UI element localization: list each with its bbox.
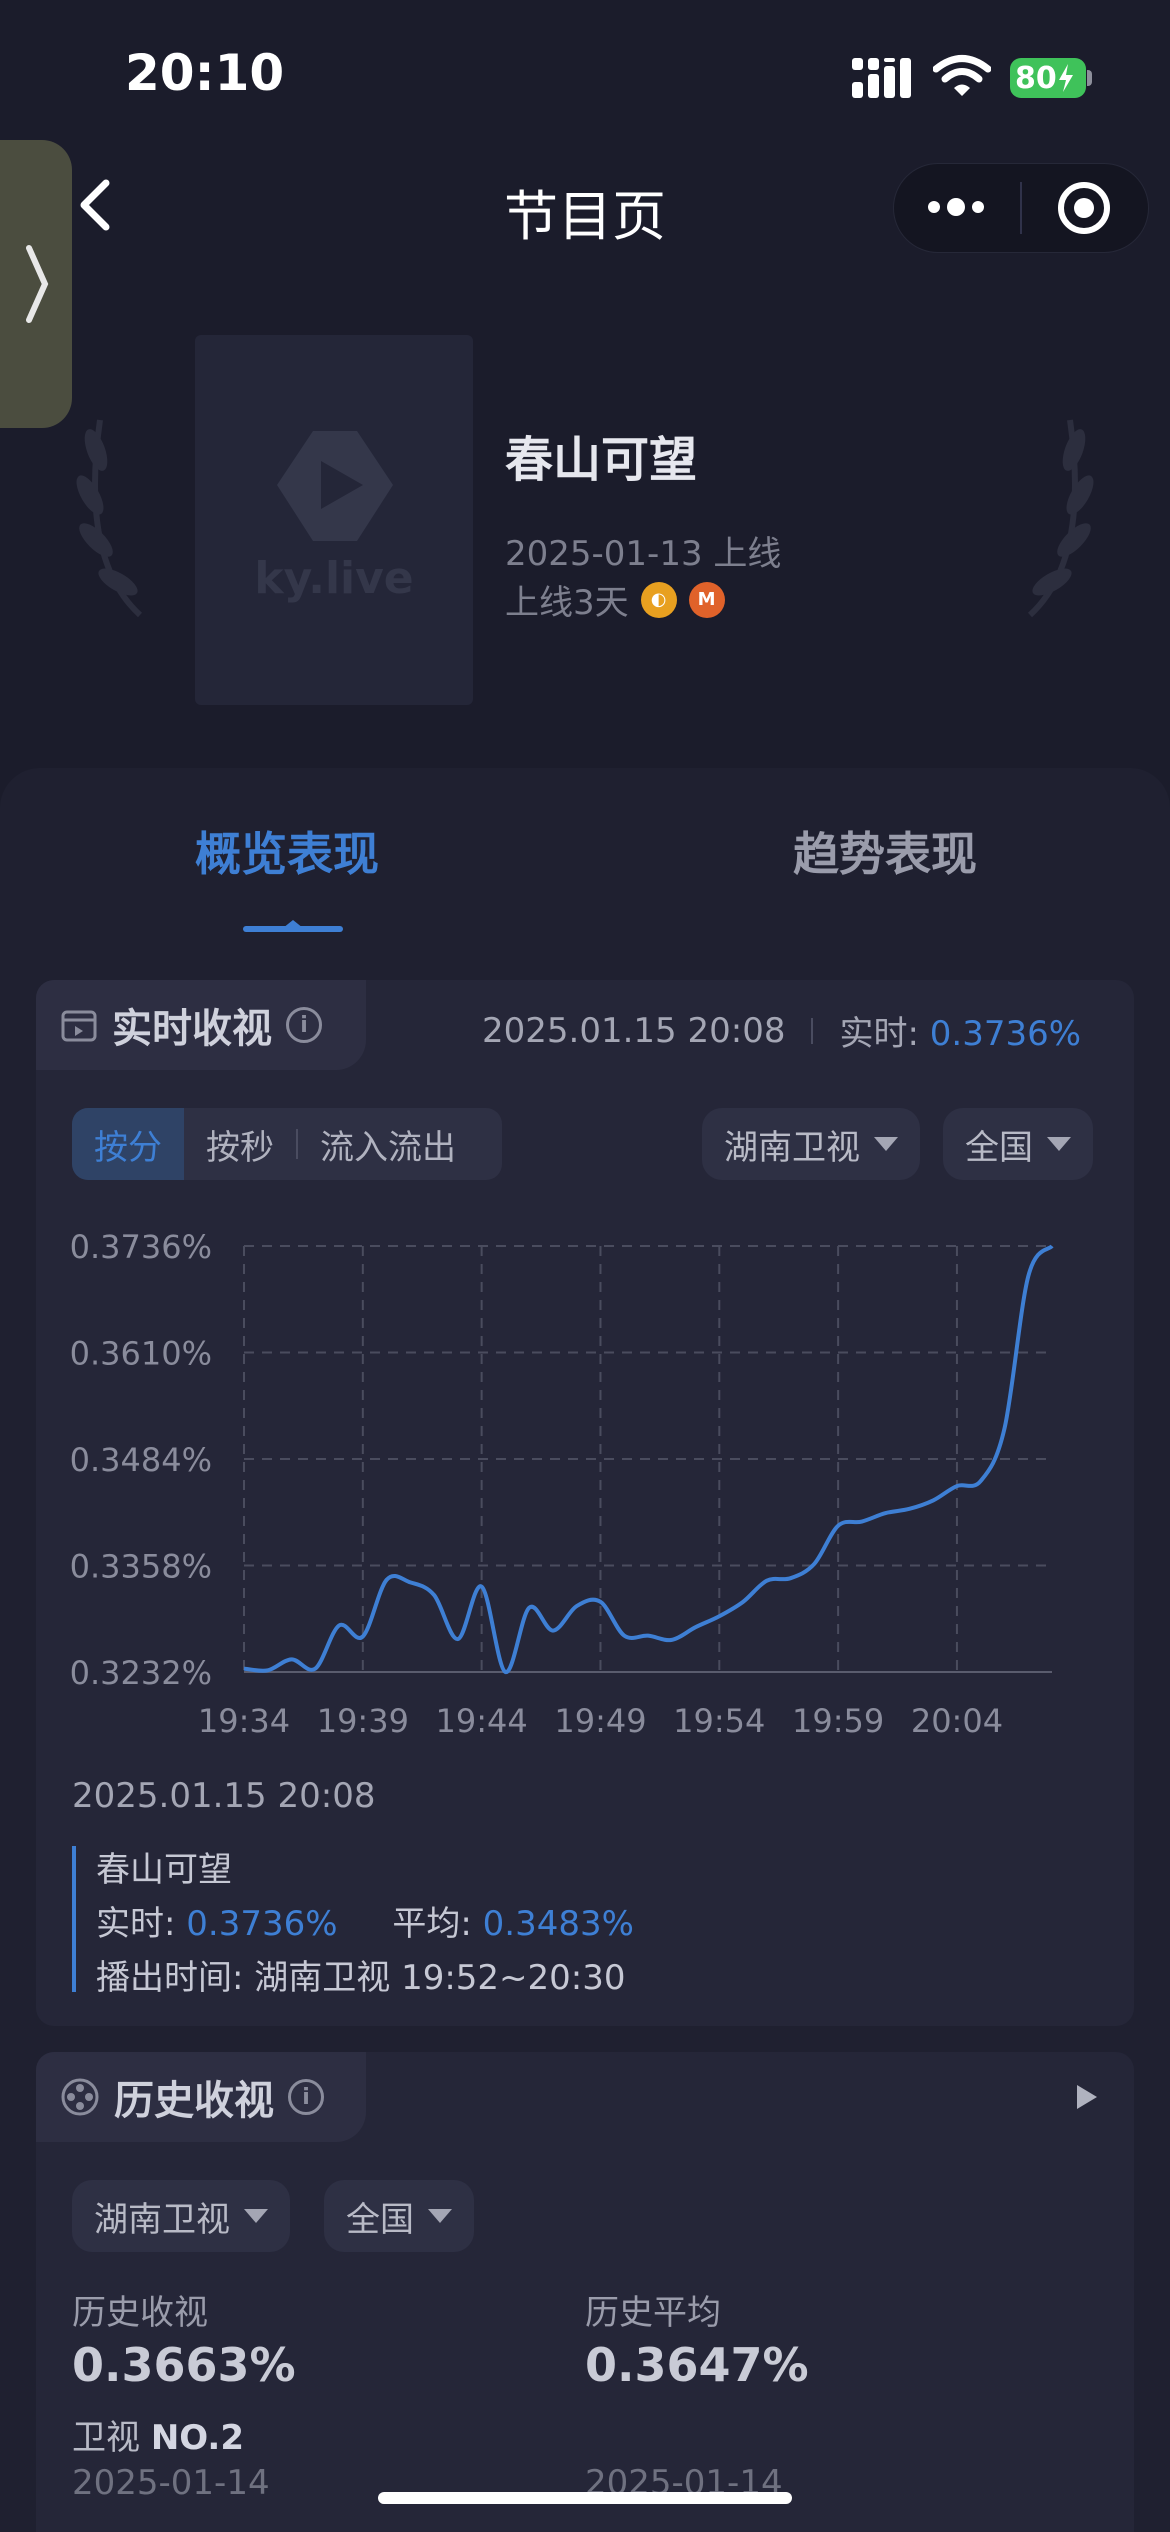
divider [811, 1017, 814, 1044]
caret-down-icon [874, 1137, 898, 1151]
y-tick-label: 0.3736% [70, 1228, 212, 1266]
history-avg-label: 历史平均 [585, 2293, 721, 2333]
region-dropdown[interactable]: 全国 [943, 1108, 1093, 1180]
show-online-days: 上线3天 [505, 583, 629, 623]
realtime-card-header: 实时收视 i [36, 980, 366, 1070]
history-region-value: 全国 [346, 2199, 414, 2240]
poster-watermark: ky.live [254, 553, 414, 604]
calendar-icon [61, 1010, 97, 1042]
y-tick-label: 0.3484% [70, 1441, 212, 1479]
x-tick-label: 19:54 [673, 1702, 765, 1740]
history-channel-dropdown[interactable]: 湖南卫视 [72, 2180, 290, 2252]
history-rating-value: 0.3663% [72, 2338, 296, 2392]
battery-level: 80 [1015, 60, 1057, 96]
realtime-summary: 2025.01.15 20:08 实时: 0.3736% [482, 1006, 1081, 1055]
y-tick-label: 0.3232% [70, 1654, 212, 1692]
tooltip-values: 实时: 0.3736% 平均: 0.3483% [96, 1896, 634, 1945]
y-tick-label: 0.3610% [70, 1335, 212, 1373]
tooltip-airtime: 播出时间: 湖南卫视 19:52~20:30 [96, 1958, 626, 1998]
tooltip-avg-value: 0.3483% [482, 1904, 634, 1944]
tooltip-avg-label: 平均: [392, 1904, 472, 1944]
x-tick-label: 20:04 [911, 1702, 1003, 1740]
tab-trend[interactable]: 趋势表现 [793, 818, 977, 884]
caret-down-icon [428, 2209, 452, 2223]
tab-overview[interactable]: 概览表现 [195, 818, 379, 884]
realtime-live-label: 实时: [839, 1014, 919, 1054]
charging-bolt-icon [1058, 64, 1073, 92]
tooltip-series-name: 春山可望 [96, 1850, 232, 1890]
kylive-logo-icon [277, 431, 393, 541]
granularity-segmented-control: 按分 按秒 流入流出 [72, 1108, 502, 1180]
realtime-live: 实时: 0.3736% [839, 1006, 1081, 1055]
history-region-dropdown[interactable]: 全国 [324, 2180, 474, 2252]
mango-tv-logo-icon: ◐ [640, 581, 677, 618]
film-reel-icon [61, 2078, 99, 2116]
realtime-line-chart[interactable]: 0.3232% 0.3358% 0.3484% 0.3610% 0.3736% 19:34… [36, 1216, 1134, 1756]
history-rank-value: NO.2 [150, 2418, 244, 2458]
wifi-icon [933, 55, 991, 96]
tooltip-live-value: 0.3736% [186, 1904, 338, 1944]
info-icon[interactable]: i [286, 1007, 322, 1043]
history-rank-prefix: 卫视 [72, 2418, 140, 2458]
caret-down-icon [244, 2209, 268, 2223]
channel-dropdown-value: 湖南卫视 [724, 1127, 860, 1168]
laurel-left-icon [76, 419, 143, 618]
x-tick-label: 19:44 [436, 1702, 528, 1740]
channel-dropdown[interactable]: 湖南卫视 [702, 1108, 920, 1180]
realtime-live-value: 0.3736% [929, 1014, 1082, 1054]
history-rating-date: 2025-01-14 [72, 2463, 270, 2503]
x-tick-label: 19:34 [198, 1702, 290, 1740]
x-tick-label: 19:49 [554, 1702, 646, 1740]
mode-by-minute[interactable]: 按分 [72, 1108, 184, 1180]
y-tick-label: 0.3358% [70, 1548, 212, 1586]
battery-indicator: 80 [1010, 58, 1086, 98]
show-online-date: 2025-01-13 上线 [505, 534, 782, 574]
tooltip-series-marker [72, 1846, 76, 1992]
x-tick-label: 19:39 [317, 1702, 409, 1740]
realtime-timestamp: 2025.01.15 20:08 [482, 1010, 786, 1051]
tab-indicator-notch [283, 920, 303, 928]
status-time: 20:10 [125, 44, 285, 102]
mgtv-logo-icon: M [688, 581, 725, 618]
show-poster[interactable]: ky.live [195, 335, 473, 705]
history-card-header: 历史收视 i [36, 2052, 366, 2142]
cellular-signal-icon [852, 58, 911, 98]
show-meta-row: 上线3天 ◐ M [505, 575, 725, 624]
battery-cap [1087, 70, 1092, 86]
chevron-right-icon [26, 245, 49, 323]
x-tick-label: 19:59 [792, 1702, 884, 1740]
close-miniprogram-icon[interactable] [1056, 180, 1112, 236]
laurel-right-icon [1027, 419, 1094, 618]
history-rating-label: 历史收视 [72, 2293, 208, 2333]
more-icon[interactable] [925, 192, 987, 222]
mode-by-second[interactable]: 按秒 [184, 1108, 296, 1180]
history-rank: 卫视 NO.2 [72, 2410, 244, 2459]
mode-inflow-outflow[interactable]: 流入流出 [298, 1108, 478, 1180]
play-arrow-icon[interactable] [1074, 2083, 1100, 2111]
capsule-divider [1020, 182, 1022, 234]
home-indicator [378, 2492, 792, 2504]
region-dropdown-value: 全国 [965, 1127, 1033, 1168]
history-channel-value: 湖南卫视 [94, 2199, 230, 2240]
info-icon[interactable]: i [288, 2079, 324, 2115]
realtime-title: 实时收视 [112, 1006, 272, 1052]
tooltip-date: 2025.01.15 20:08 [72, 1776, 376, 1816]
show-title: 春山可望 [505, 432, 698, 488]
history-avg-value: 0.3647% [585, 2338, 809, 2392]
history-title: 历史收视 [114, 2078, 274, 2124]
caret-down-icon [1047, 1137, 1071, 1151]
tooltip-live-label: 实时: [96, 1904, 176, 1944]
